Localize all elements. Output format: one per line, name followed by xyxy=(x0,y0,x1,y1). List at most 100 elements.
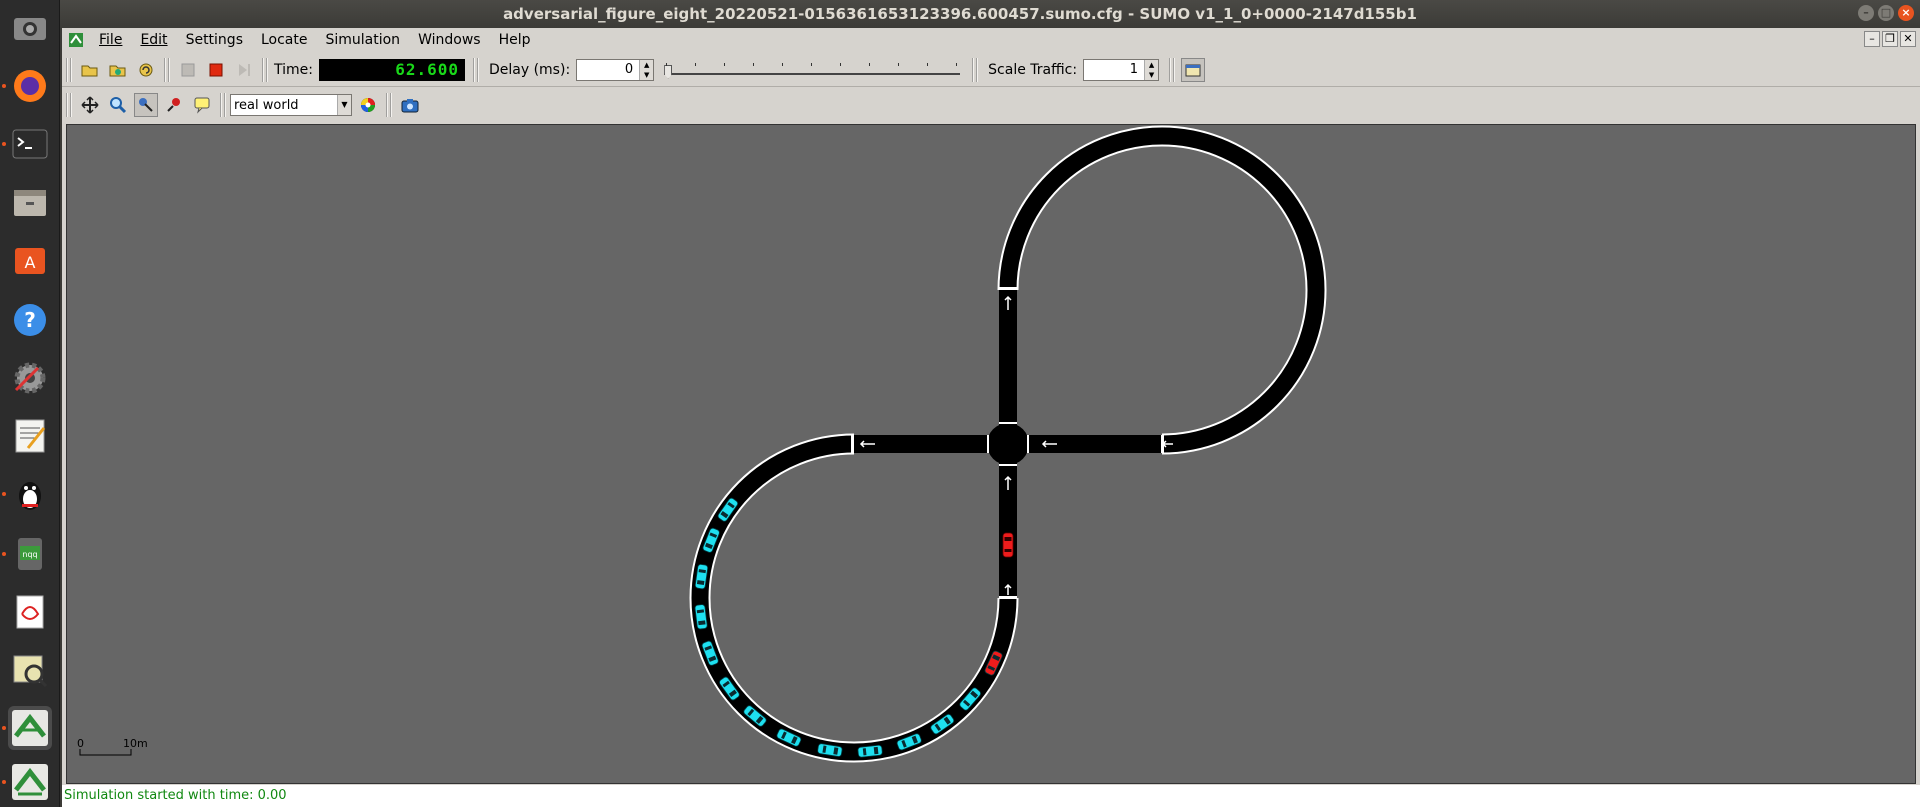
system-settings-icon-glyph xyxy=(14,362,46,394)
reload-icon[interactable] xyxy=(134,58,158,82)
menu-settings[interactable]: Settings xyxy=(177,32,252,48)
help-icon[interactable]: ? xyxy=(8,298,52,342)
toolbar-grip[interactable] xyxy=(66,57,72,82)
open-window-icon[interactable] xyxy=(1181,57,1206,82)
color-scheme-value: real world xyxy=(234,97,299,113)
stationary-vehicle[interactable] xyxy=(1002,532,1014,558)
running-indicator xyxy=(2,780,6,784)
scale-bar-line xyxy=(79,749,132,756)
menu-file[interactable]: File xyxy=(90,32,131,48)
running-indicator xyxy=(2,142,6,146)
mdi-controls: – ❐ ✕ xyxy=(1864,31,1916,47)
time-display: 62.600 xyxy=(318,58,465,81)
center-junction[interactable] xyxy=(987,423,1029,465)
files-icon-glyph xyxy=(14,190,46,216)
open-network-icon[interactable] xyxy=(106,58,130,82)
software-center-icon[interactable]: A xyxy=(8,238,52,282)
vehicle-window xyxy=(873,746,879,755)
step-simulation-icon[interactable] xyxy=(232,58,256,82)
mdi-close-button[interactable]: ✕ xyxy=(1900,31,1916,47)
open-simulation-icon[interactable] xyxy=(78,58,102,82)
network-view[interactable]: 0 10m xyxy=(66,124,1916,784)
screenshot-app-icon-glyph xyxy=(14,18,46,40)
nqq-icon-glyph: nqq xyxy=(18,538,42,570)
menu-edit[interactable]: Edit xyxy=(131,32,176,48)
slider-tick xyxy=(811,62,813,66)
window-controls: – □ × xyxy=(1858,5,1914,21)
top-vertical-edge[interactable] xyxy=(999,289,1017,439)
sumo-gui-icon-glyph xyxy=(12,710,48,746)
simulation-toolbar: Time: 62.600 Delay (ms): 0 ▲ ▼ Scale Traf… xyxy=(62,53,1920,87)
delay-spinner[interactable]: 0 ▲ ▼ xyxy=(576,58,655,81)
toolbar-grip[interactable] xyxy=(972,57,979,82)
delay-slider-thumb[interactable] xyxy=(664,64,673,79)
edit-coloring-icon[interactable] xyxy=(356,93,380,117)
terminal-icon[interactable] xyxy=(8,122,52,166)
toolbar-grip[interactable] xyxy=(386,93,392,117)
toolbar-grip[interactable] xyxy=(220,93,226,117)
road-network[interactable] xyxy=(67,125,1916,784)
tooltip-toggle-icon[interactable] xyxy=(190,93,214,117)
toolbar-grip[interactable] xyxy=(262,57,268,82)
map-viewer-icon-glyph xyxy=(13,655,48,688)
toolbar-grip[interactable] xyxy=(1169,57,1176,82)
vehicle[interactable] xyxy=(857,744,883,758)
menu-locate[interactable]: Locate xyxy=(252,32,317,48)
vehicle-body xyxy=(857,744,883,758)
scale-traffic-label: Scale Traffic: xyxy=(988,61,1078,78)
close-window-button[interactable]: × xyxy=(1898,5,1914,21)
nqq-icon[interactable]: nqq xyxy=(8,532,52,576)
slider-tick xyxy=(724,62,726,66)
slider-tick xyxy=(956,62,958,66)
maximize-window-button[interactable]: □ xyxy=(1878,5,1894,21)
stop-simulation-icon[interactable] xyxy=(204,58,228,82)
left-horizontal-edge[interactable] xyxy=(853,435,1003,453)
launcher-dock: A? nqq xyxy=(0,0,60,807)
toolbar-grip[interactable] xyxy=(66,93,72,117)
locate-vehicle-icon[interactable] xyxy=(162,93,186,117)
window-title-bar: adversarial_figure_eight_20220521-015636… xyxy=(0,0,1920,28)
map-viewer-icon[interactable] xyxy=(8,648,52,692)
running-indicator xyxy=(2,492,6,496)
scale-traffic-spinner-arrows[interactable]: ▲ ▼ xyxy=(1144,59,1159,80)
color-scheme-select[interactable]: real world ▼ xyxy=(230,94,352,116)
bottom-vertical-edge[interactable] xyxy=(999,449,1017,599)
toolbar-grip[interactable] xyxy=(164,57,170,82)
locate-junction-icon[interactable] xyxy=(134,93,158,117)
mdi-restore-button[interactable]: ❐ xyxy=(1882,31,1898,47)
toolbar-grip[interactable] xyxy=(472,57,479,82)
qq-penguin-icon[interactable] xyxy=(8,472,52,516)
sumo-netedit-icon[interactable] xyxy=(8,760,52,804)
status-message: Simulation started with time: 0.00 xyxy=(64,788,287,803)
system-settings-icon[interactable] xyxy=(8,356,52,400)
delay-slider[interactable] xyxy=(664,59,961,81)
minimize-window-button[interactable]: – xyxy=(1858,5,1874,21)
status-bar: Simulation started with time: 0.00 xyxy=(62,785,1920,807)
delay-spinner-arrows[interactable]: ▲ ▼ xyxy=(639,59,654,80)
delay-value[interactable]: 0 xyxy=(577,62,639,77)
start-simulation-icon[interactable] xyxy=(176,58,200,82)
scale-traffic-value[interactable]: 1 xyxy=(1084,62,1144,77)
files-icon[interactable] xyxy=(8,180,52,224)
mdi-minimize-button[interactable]: – xyxy=(1864,31,1880,47)
sumo-gui-icon[interactable] xyxy=(8,706,52,750)
scale-traffic-spinner[interactable]: 1 ▲ ▼ xyxy=(1083,58,1160,81)
document-viewer-icon[interactable] xyxy=(8,590,52,634)
menu-simulation[interactable]: Simulation xyxy=(316,32,409,48)
svg-text:nqq: nqq xyxy=(22,550,37,559)
slider-tick xyxy=(927,62,929,66)
firefox-icon[interactable] xyxy=(8,64,52,108)
document-viewer-icon-glyph xyxy=(16,595,44,629)
screenshot-app-icon[interactable] xyxy=(8,6,52,50)
screenshot-icon[interactable] xyxy=(398,93,422,117)
menu-windows[interactable]: Windows xyxy=(409,32,490,48)
chevron-down-icon[interactable]: ▼ xyxy=(337,95,351,115)
qq-penguin-icon-glyph xyxy=(19,482,41,510)
vehicle-window xyxy=(698,620,706,626)
zoom-icon[interactable] xyxy=(106,93,130,117)
text-editor-icon[interactable] xyxy=(8,414,52,458)
menu-help[interactable]: Help xyxy=(490,32,540,48)
road-edges xyxy=(689,125,1327,763)
right-horizontal-edge[interactable] xyxy=(1013,435,1163,453)
recenter-view-icon[interactable] xyxy=(78,93,102,117)
